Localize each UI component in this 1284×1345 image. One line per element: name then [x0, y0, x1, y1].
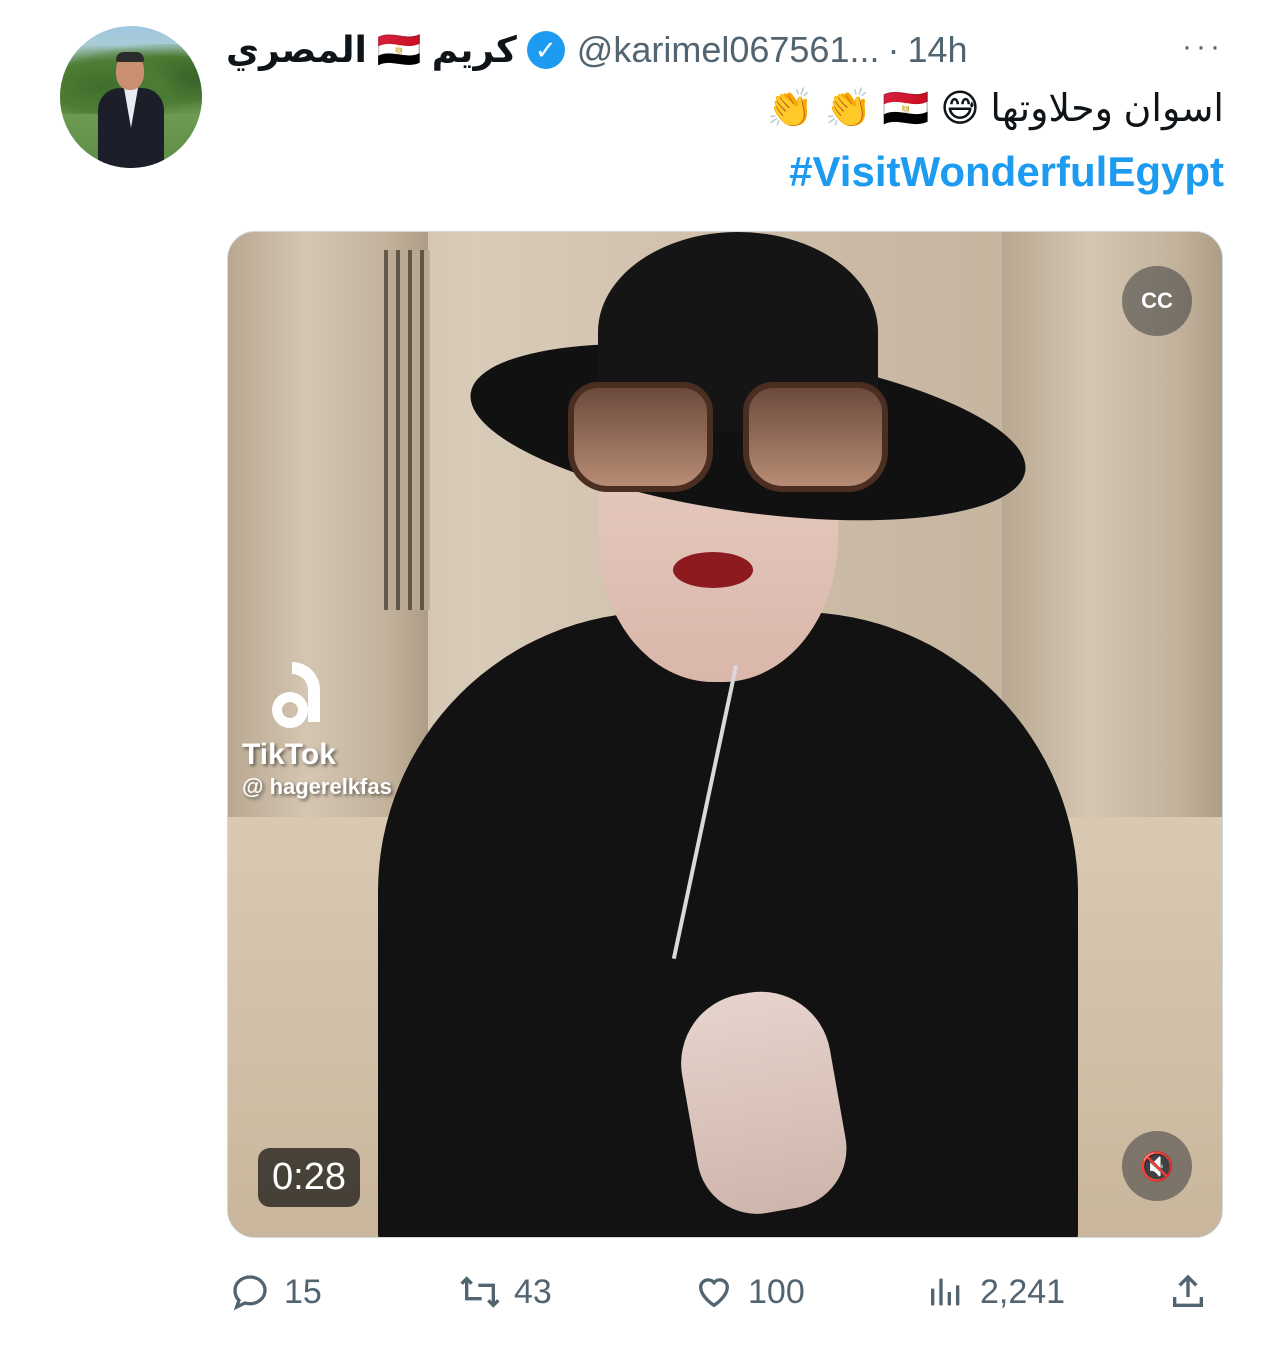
avatar-person: [98, 52, 164, 168]
reply-count: 15: [284, 1272, 322, 1311]
share-button[interactable]: [1164, 1268, 1222, 1316]
tweet-header: كريم 🇪🇬 المصري ✓ @karimel067561... · 14h…: [226, 22, 1224, 78]
separator-dot: ·: [887, 29, 900, 70]
captions-off-icon: CC: [1141, 288, 1173, 313]
speaker-muted-icon: 🔇: [1139, 1150, 1175, 1182]
tiktok-logo-icon: [272, 652, 342, 732]
author-name[interactable]: كريم 🇪🇬 المصري: [226, 29, 517, 71]
verified-badge-icon: ✓: [526, 31, 565, 69]
retweet-icon: [456, 1268, 504, 1316]
views-count: 2,241: [980, 1272, 1066, 1311]
mute-toggle-button[interactable]: 🔇: [1122, 1131, 1192, 1201]
tweet-actions: 15 43 100 2,241: [226, 1262, 1222, 1322]
reply-button[interactable]: 15: [226, 1268, 322, 1316]
video-duration: 0:28: [258, 1148, 360, 1207]
tiktok-username: @ hagerelkfas: [242, 774, 392, 799]
author-handle[interactable]: @karimel067561...: [577, 29, 880, 71]
tiktok-brand: TikTok: [242, 738, 336, 771]
views-button[interactable]: 2,241: [922, 1268, 1065, 1316]
tweet-timestamp[interactable]: 14h: [907, 29, 967, 71]
analytics-icon: [922, 1268, 970, 1316]
heart-icon: [690, 1268, 738, 1316]
like-button[interactable]: 100: [690, 1268, 805, 1316]
retweet-button[interactable]: 43: [456, 1268, 552, 1316]
hashtag-link[interactable]: #VisitWonderfulEgypt: [789, 148, 1224, 196]
share-icon: [1164, 1268, 1212, 1316]
retweet-count: 43: [514, 1272, 552, 1311]
video-subject: [308, 232, 1128, 1237]
author-avatar[interactable]: [60, 26, 202, 168]
reply-icon: [226, 1268, 274, 1316]
more-options-icon[interactable]: ···: [1182, 30, 1224, 64]
video-player[interactable]: TikTok @ hagerelkfas CC 🔇 0:28: [227, 231, 1223, 1238]
tweet-text: اسوان وحلاوتها 😅 🇪🇬 👏 👏: [766, 88, 1224, 130]
like-count: 100: [748, 1272, 805, 1311]
tiktok-watermark: TikTok @ hagerelkfas: [242, 652, 392, 800]
captions-toggle-button[interactable]: CC: [1122, 266, 1192, 336]
